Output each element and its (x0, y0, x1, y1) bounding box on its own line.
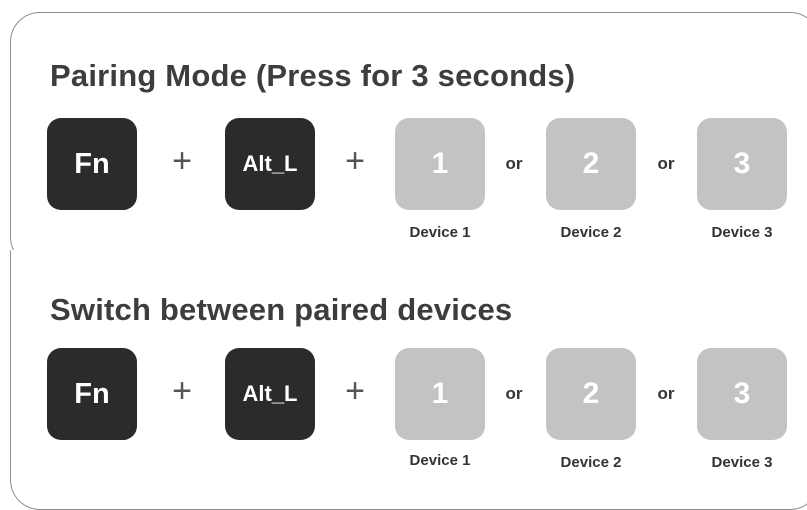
device-1-caption: Device 1 (409, 224, 471, 241)
device-1-key: 1 (395, 348, 485, 440)
pairing-mode-title: Pairing Mode (Press for 3 seconds) (50, 58, 576, 93)
device-3-caption: Device 3 (711, 454, 773, 471)
alt-l-key: Alt_L (225, 348, 315, 440)
or-label: or (505, 154, 523, 173)
device-1-key: 1 (395, 118, 485, 210)
device-2-caption: Device 2 (560, 224, 622, 241)
alt-l-key: Alt_L (225, 118, 315, 210)
device-1-caption: Device 1 (409, 452, 471, 469)
plus-sign: + (345, 142, 365, 180)
or-label: or (657, 154, 675, 173)
device-2-key: 2 (546, 348, 636, 440)
switch-devices-title: Switch between paired devices (50, 292, 513, 327)
plus-sign: + (345, 372, 365, 410)
fn-key: Fn (47, 348, 137, 440)
device-3-key: 3 (697, 118, 787, 210)
or-label: or (657, 384, 675, 403)
plus-sign: + (172, 142, 192, 180)
device-2-key: 2 (546, 118, 636, 210)
plus-sign: + (172, 372, 192, 410)
device-2-caption: Device 2 (560, 454, 622, 471)
device-3-caption: Device 3 (711, 224, 773, 241)
device-3-key: 3 (697, 348, 787, 440)
or-label: or (505, 384, 523, 403)
fn-key: Fn (47, 118, 137, 210)
